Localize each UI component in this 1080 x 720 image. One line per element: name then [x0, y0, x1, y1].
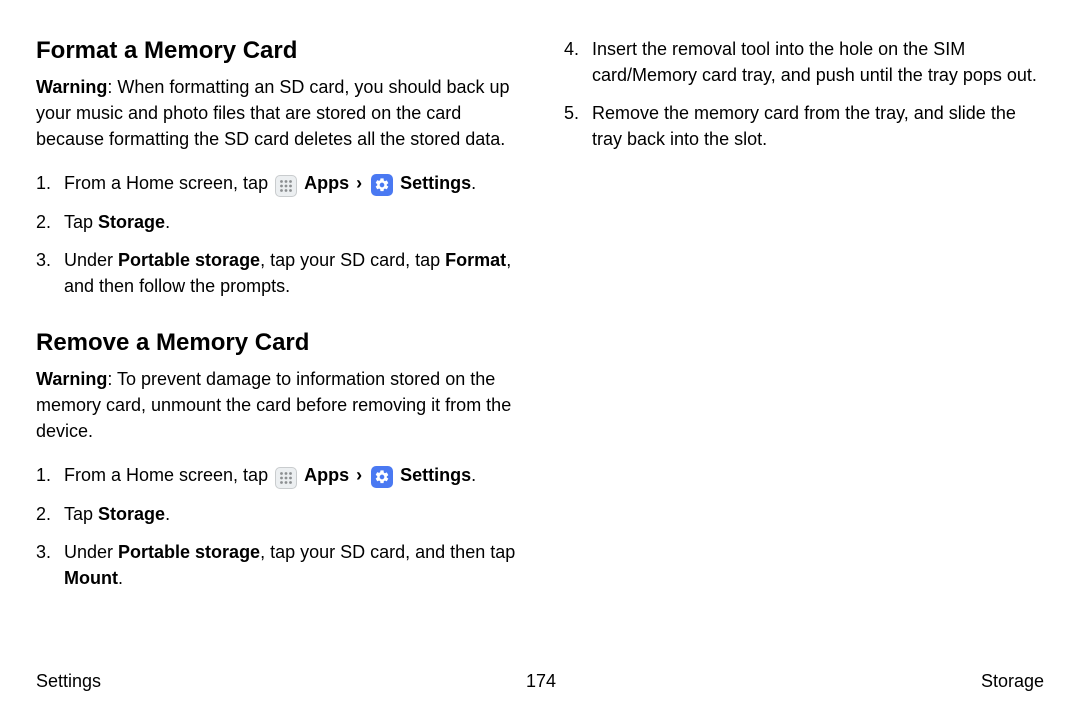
step-text: . — [118, 568, 123, 588]
remove-title: Remove a Memory Card — [36, 328, 516, 358]
step-number: 1. — [36, 462, 64, 489]
warning-text: : To prevent damage to information store… — [36, 369, 511, 441]
warning-text: : When formatting an SD card, you should… — [36, 77, 510, 149]
settings-label: Settings — [400, 173, 471, 193]
step-number: 2. — [36, 209, 64, 235]
settings-label: Settings — [400, 465, 471, 485]
warning-label: Warning — [36, 77, 107, 97]
step-body: From a Home screen, tap Apps › Settings. — [64, 170, 516, 197]
step-text: From a Home screen, tap — [64, 173, 273, 193]
footer-right: Storage — [981, 671, 1044, 692]
step-number: 4. — [564, 36, 592, 88]
page-number: 174 — [526, 671, 556, 692]
step-body: Tap Storage. — [64, 501, 516, 527]
left-column: Format a Memory Card Warning: When forma… — [36, 36, 516, 619]
format-steps: 1. From a Home screen, tap Apps › Settin… — [36, 170, 516, 299]
step-text: Tap — [64, 504, 98, 524]
step-bold: Storage — [98, 212, 165, 232]
settings-icon — [371, 466, 393, 488]
step-bold: Portable storage — [118, 542, 260, 562]
step-text: . — [471, 173, 476, 193]
apps-icon — [275, 175, 297, 197]
remove-warning: Warning: To prevent damage to informatio… — [36, 366, 516, 444]
apps-icon — [275, 467, 297, 489]
step-text: . — [471, 465, 476, 485]
footer-left: Settings — [36, 671, 101, 692]
list-item: 5. Remove the memory card from the tray,… — [564, 100, 1044, 152]
step-number: 2. — [36, 501, 64, 527]
step-text: , tap your SD card, tap — [260, 250, 445, 270]
step-number: 5. — [564, 100, 592, 152]
remove-steps-continued: 4. Insert the removal tool into the hole… — [564, 36, 1044, 152]
step-text: From a Home screen, tap — [64, 465, 273, 485]
list-item: 3. Under Portable storage, tap your SD c… — [36, 247, 516, 299]
format-title: Format a Memory Card — [36, 36, 516, 66]
list-item: 1. From a Home screen, tap Apps › Settin… — [36, 462, 516, 489]
chevron-right-icon: › — [356, 173, 362, 193]
step-body: Under Portable storage, tap your SD card… — [64, 247, 516, 299]
step-text: Tap — [64, 212, 98, 232]
step-text: , tap your SD card, and then tap — [260, 542, 515, 562]
step-body: Under Portable storage, tap your SD card… — [64, 539, 516, 591]
step-text: Under — [64, 542, 118, 562]
warning-label: Warning — [36, 369, 107, 389]
step-bold: Format — [445, 250, 506, 270]
list-item: 2. Tap Storage. — [36, 209, 516, 235]
list-item: 2. Tap Storage. — [36, 501, 516, 527]
apps-label: Apps — [304, 465, 354, 485]
list-item: 4. Insert the removal tool into the hole… — [564, 36, 1044, 88]
step-text: Under — [64, 250, 118, 270]
step-text: . — [165, 212, 170, 232]
step-bold: Storage — [98, 504, 165, 524]
step-bold: Mount — [64, 568, 118, 588]
step-body: Tap Storage. — [64, 209, 516, 235]
step-body: From a Home screen, tap Apps › Settings. — [64, 462, 516, 489]
step-body: Remove the memory card from the tray, an… — [592, 100, 1044, 152]
step-number: 1. — [36, 170, 64, 197]
step-body: Insert the removal tool into the hole on… — [592, 36, 1044, 88]
step-text: . — [165, 504, 170, 524]
list-item: 1. From a Home screen, tap Apps › Settin… — [36, 170, 516, 197]
apps-label: Apps — [304, 173, 354, 193]
step-bold: Portable storage — [118, 250, 260, 270]
right-column: 4. Insert the removal tool into the hole… — [564, 36, 1044, 619]
step-number: 3. — [36, 247, 64, 299]
page-columns: Format a Memory Card Warning: When forma… — [36, 36, 1044, 619]
remove-steps: 1. From a Home screen, tap Apps › Settin… — [36, 462, 516, 591]
chevron-right-icon: › — [356, 465, 362, 485]
list-item: 3. Under Portable storage, tap your SD c… — [36, 539, 516, 591]
page-footer: Settings 174 Storage — [36, 671, 1044, 692]
step-number: 3. — [36, 539, 64, 591]
settings-icon — [371, 174, 393, 196]
format-warning: Warning: When formatting an SD card, you… — [36, 74, 516, 152]
